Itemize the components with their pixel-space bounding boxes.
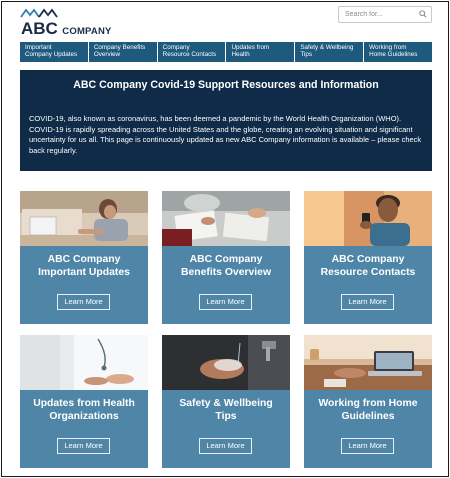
nav-item-benefits-overview[interactable]: Company Benefits Overview (89, 42, 158, 62)
card-photo-laptop-desk (304, 335, 432, 390)
card-title-line2: Guidelines (341, 411, 395, 422)
hero-body-line: uncertainty for us all. This page is con… (29, 135, 422, 144)
nav-item-important-updates[interactable]: Important Company Updates (20, 42, 89, 62)
nav-label-line1: Important (25, 44, 52, 51)
logo-abc-text: ABC (21, 19, 58, 38)
search-box (338, 6, 432, 23)
card-title-line1: ABC Company (47, 254, 121, 265)
learn-more-button[interactable]: Learn More (199, 294, 252, 310)
learn-more-button[interactable]: Learn More (341, 438, 394, 454)
logo-company-text: COMPANY (62, 26, 112, 37)
card-title-line1: ABC Company (331, 254, 405, 265)
card-title: Updates from Health Organizations (20, 397, 148, 423)
hero-body-line: COVID-19, also known as coronavirus, has… (29, 114, 402, 123)
hero-body-line: back regularly. (29, 145, 78, 155)
page-frame: ABC COMPANY Important Company Updates Co… (1, 1, 449, 477)
nav-item-health-updates[interactable]: Updates from Health (226, 42, 296, 62)
logo-peaks-icon (20, 8, 58, 18)
nav-label-line1: Updates from (231, 44, 270, 51)
card-photo-woman-laptop (20, 191, 148, 246)
card-title: ABC Company Resource Contacts (304, 253, 432, 279)
card-title-line2: Important Updates (38, 267, 130, 278)
nav-item-work-from-home[interactable]: Working from Home Guidelines (364, 42, 432, 62)
card-title: ABC Company Important Updates (20, 253, 148, 279)
card-title-line2: Resource Contacts (320, 267, 416, 278)
hero-body-line: COVID-19 is rapidly spreading across the… (29, 124, 413, 134)
logo-wordmark: ABC COMPANY (21, 19, 112, 39)
search-icon[interactable] (419, 10, 427, 18)
nav-label-line2: Tips (300, 51, 312, 58)
nav-label-line2: Resource Contacts (162, 51, 217, 58)
card-title: ABC Company Benefits Overview (162, 253, 290, 279)
hero-banner: ABC Company Covid-19 Support Resources a… (20, 70, 432, 171)
nav-label-line1: Company (162, 44, 190, 51)
card-photo-doctor (20, 335, 148, 390)
main-nav: Important Company Updates Company Benefi… (20, 42, 432, 62)
hero-title: ABC Company Covid-19 Support Resources a… (73, 79, 379, 91)
card-resource-contacts: ABC Company Resource Contacts Learn More (304, 191, 432, 324)
card-photo-man-phone (304, 191, 432, 246)
card-safety-wellbeing: Safety & Wellbeing Tips Learn More (162, 335, 290, 468)
card-title-line1: ABC Company (189, 254, 263, 265)
nav-label-line1: Company Benefits (93, 44, 146, 51)
learn-more-button[interactable]: Learn More (57, 438, 110, 454)
card-benefits-overview: ABC Company Benefits Overview Learn More (162, 191, 290, 324)
card-work-from-home: Working from Home Guidelines Learn More (304, 335, 432, 468)
nav-label-line2: Company Updates (25, 51, 78, 58)
hero-body: COVID-19, also known as coronavirus, has… (29, 114, 427, 156)
learn-more-button[interactable]: Learn More (199, 438, 252, 454)
nav-label-line1: Safety & Wellbeing (300, 44, 354, 51)
company-logo[interactable]: ABC COMPANY (20, 8, 120, 39)
nav-label-line2: Overview (93, 51, 121, 58)
learn-more-button[interactable]: Learn More (57, 294, 110, 310)
card-title-line1: Updates from Health (33, 398, 135, 409)
card-title-line2: Benefits Overview (180, 267, 272, 278)
learn-more-button[interactable]: Learn More (341, 294, 394, 310)
card-title-line1: Safety & Wellbeing (179, 398, 273, 409)
search-input[interactable] (339, 7, 415, 22)
card-title: Safety & Wellbeing Tips (162, 397, 290, 423)
card-title-line2: Tips (215, 411, 237, 422)
site-header: ABC COMPANY (2, 2, 448, 42)
card-important-updates: ABC Company Important Updates Learn More (20, 191, 148, 324)
card-health-organizations: Updates from Health Organizations Learn … (20, 335, 148, 468)
card-photo-paperwork (162, 191, 290, 246)
card-photo-handwashing (162, 335, 290, 390)
nav-item-resource-contacts[interactable]: Company Resource Contacts (158, 42, 227, 62)
card-title: Working from Home Guidelines (304, 397, 432, 423)
card-title-line1: Working from Home (318, 398, 418, 409)
nav-label-line2: Health (231, 51, 250, 58)
nav-label-line2: Home Guidelines (369, 51, 418, 58)
nav-item-safety-tips[interactable]: Safety & Wellbeing Tips (295, 42, 365, 62)
card-title-line2: Organizations (49, 411, 119, 422)
nav-label-line1: Working from (369, 44, 407, 51)
